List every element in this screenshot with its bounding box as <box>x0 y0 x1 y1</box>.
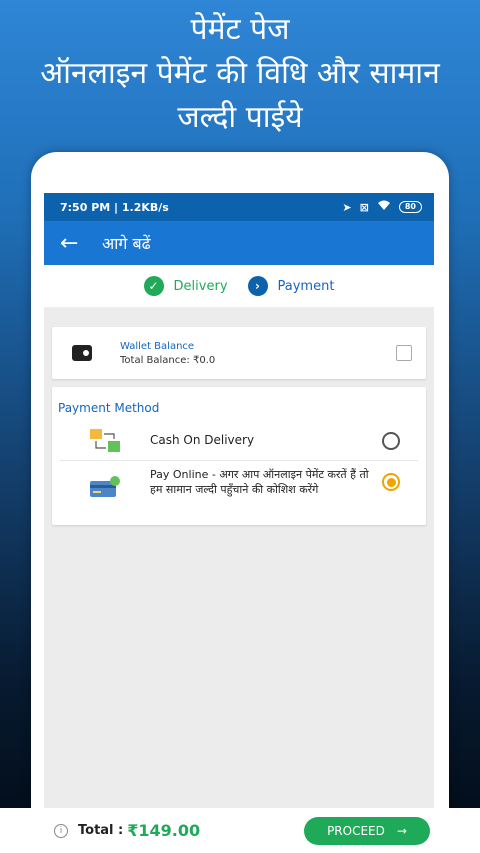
status-time: 7:50 PM | 1.2KB/s <box>60 200 169 214</box>
step-delivery-label: Delivery <box>173 278 228 294</box>
step-payment-label: Payment <box>277 278 335 294</box>
payment-method-card: Payment Method Cash On Delivery Pay Onli… <box>52 387 426 525</box>
proceed-label: PROCEED <box>327 823 385 838</box>
online-label: Pay Online - अगर आप ऑनलाइन पेमेंट करतें … <box>150 468 369 496</box>
checkout-stepper: ✓ Delivery › Payment <box>44 265 434 307</box>
online-radio[interactable] <box>382 473 400 491</box>
page-title: आगे बढें <box>102 234 151 253</box>
promo-line-1: पेमेंट पेज <box>190 12 290 47</box>
wifi-icon <box>377 200 391 214</box>
wallet-title: Wallet Balance <box>120 340 195 352</box>
promo-line-2: ऑनलाइन पेमेंट की विधि और सामान <box>40 56 440 91</box>
cash-delivery-icon <box>88 428 122 454</box>
status-icons: ➤ ⊠ 80 <box>342 200 422 214</box>
step-delivery[interactable]: ✓ Delivery <box>143 276 228 296</box>
payment-option-online[interactable]: Pay Online - अगर आप ऑनलाइन पेमेंट करतें … <box>60 461 418 519</box>
check-icon: ✓ <box>143 276 164 296</box>
status-bar: 7:50 PM | 1.2KB/s ➤ ⊠ 80 <box>44 193 434 221</box>
total-value: ₹149.00 <box>127 821 201 840</box>
arrow-right-icon: → <box>396 823 407 838</box>
cod-radio[interactable] <box>382 431 400 450</box>
step-payment[interactable]: › Payment <box>247 276 335 296</box>
chevron-right-icon: › <box>247 276 268 296</box>
promo-line-3: जल्दी पाईये <box>177 100 303 135</box>
battery-icon: 80 <box>398 201 422 213</box>
proceed-button[interactable]: PROCEED → <box>304 816 430 845</box>
wallet-icon <box>72 345 92 361</box>
wallet-card[interactable]: Wallet Balance Total Balance: ₹0.0 <box>52 327 426 379</box>
payment-option-cod[interactable]: Cash On Delivery <box>60 421 418 461</box>
app-bar: ← आगे बढें <box>44 221 434 265</box>
app-screen: 7:50 PM | 1.2KB/s ➤ ⊠ 80 ← आगे बढें ✓ De… <box>44 193 434 853</box>
cod-label: Cash On Delivery <box>150 433 255 447</box>
payment-content: Wallet Balance Total Balance: ₹0.0 Payme… <box>44 307 434 853</box>
wallet-texts: Wallet Balance Total Balance: ₹0.0 <box>120 341 396 366</box>
total-label: Total : <box>78 823 124 838</box>
location-icon: ➤ <box>342 200 352 214</box>
back-arrow-icon[interactable]: ← <box>60 231 102 256</box>
card-payment-icon <box>88 475 122 501</box>
wallet-checkbox[interactable] <box>396 345 412 361</box>
wallet-balance: Total Balance: ₹0.0 <box>120 354 216 366</box>
bottom-bar: i Total : ₹149.00 PROCEED → <box>0 808 480 853</box>
promo-header: पेमेंट पेज ऑनलाइन पेमेंट की विधि और सामा… <box>0 8 480 140</box>
info-icon[interactable]: i <box>54 823 68 838</box>
sim-icon: ⊠ <box>359 200 369 214</box>
payment-method-heading: Payment Method <box>58 401 160 415</box>
